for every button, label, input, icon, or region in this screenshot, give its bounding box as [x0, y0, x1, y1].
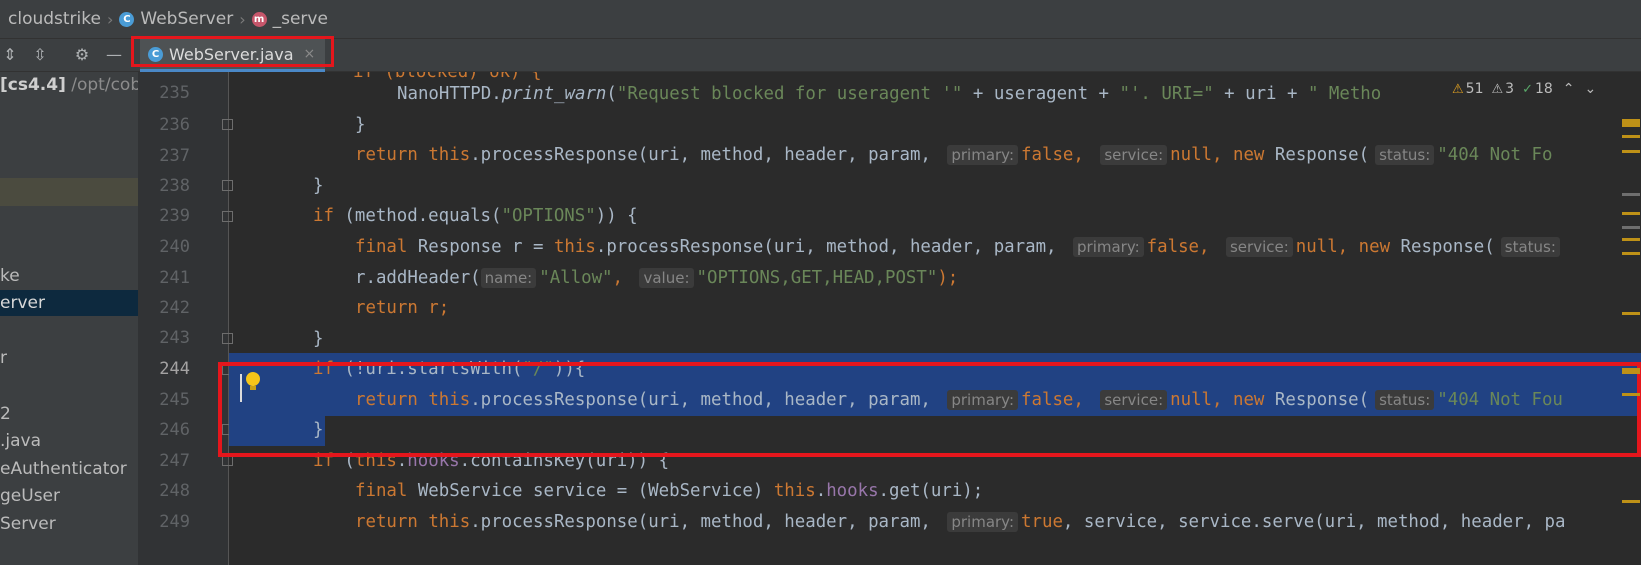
- warning-marker[interactable]: [1622, 252, 1640, 255]
- code-editor[interactable]: if (blocked) ok) { NanoHTTPD.print_warn(…: [229, 72, 1641, 565]
- line-number: 237: [159, 146, 190, 166]
- sidebar-header-path: /opt/cob: [71, 75, 138, 95]
- chevron-up-icon[interactable]: ⌃: [1563, 81, 1575, 97]
- code-line: return this.processResponse(uri, method,…: [355, 512, 1566, 532]
- breadcrumb: cloudstrike › C WebServer › m _serve: [0, 0, 1641, 39]
- line-number-gutter: 235 236 237 238 239 240 241 242 243 244 …: [138, 72, 233, 565]
- warning-marker[interactable]: [1622, 312, 1640, 315]
- code-line: return this.processResponse(uri, method,…: [355, 145, 1553, 165]
- gear-icon[interactable]: ⚙: [72, 45, 92, 65]
- selection-highlight-box: [218, 362, 1641, 457]
- warning-count: 51: [1465, 81, 1484, 97]
- weak-warning-count: 3: [1505, 81, 1515, 97]
- warning-marker[interactable]: [1622, 119, 1640, 127]
- line-number: 235: [159, 83, 190, 103]
- line-number: 249: [159, 512, 190, 532]
- list-item[interactable]: .java: [0, 428, 41, 454]
- chevron-right-icon: ›: [106, 9, 114, 29]
- line-number: 246: [159, 420, 190, 440]
- warning-marker[interactable]: [1622, 393, 1640, 396]
- collapse-all-icon[interactable]: ⇳: [30, 45, 50, 65]
- list-item[interactable]: eAuthenticator: [0, 456, 127, 482]
- code-line: }: [355, 115, 366, 135]
- warning-marker[interactable]: [1622, 500, 1640, 503]
- warning-marker[interactable]: [1622, 135, 1640, 138]
- list-item[interactable]: geUser: [0, 483, 60, 509]
- minimize-icon[interactable]: —: [104, 45, 124, 65]
- code-line: if (method.equals("OPTIONS")) {: [313, 206, 638, 226]
- code-line: }: [313, 176, 324, 196]
- typo-check-icon: ✓: [1522, 81, 1533, 97]
- warning-marker[interactable]: [1622, 368, 1640, 374]
- warning-marker[interactable]: [1622, 150, 1640, 153]
- chevron-right-icon: ›: [239, 9, 246, 29]
- line-number: 242: [159, 298, 190, 318]
- sidebar-header-bold: [cs4.4]: [0, 75, 66, 95]
- code-line: }: [313, 329, 324, 349]
- list-item[interactable]: r: [0, 345, 7, 371]
- tab-highlight-box: [131, 36, 334, 67]
- expand-all-icon[interactable]: ⇕: [0, 45, 20, 65]
- typo-count: 18: [1534, 81, 1553, 97]
- warning-marker[interactable]: [1622, 238, 1640, 241]
- line-number: 240: [159, 237, 190, 257]
- project-sidebar: [cs4.4] /opt/cob ke erver r 2 .java eAut…: [0, 72, 138, 565]
- line-number: 241: [159, 268, 190, 288]
- line-number: 247: [159, 451, 190, 471]
- code-line: final Response r = this.processResponse(…: [229, 231, 1641, 263]
- list-item-selected[interactable]: erver: [0, 290, 138, 316]
- chevron-down-icon[interactable]: ⌄: [1585, 81, 1597, 97]
- sidebar-highlight-row[interactable]: [0, 178, 138, 206]
- line-number: 244: [159, 359, 190, 379]
- code-line: NanoHTTPD.print_warn("Request blocked fo…: [397, 84, 1382, 104]
- info-marker[interactable]: [1622, 193, 1640, 196]
- code-line: final WebService service = (WebService) …: [355, 481, 984, 501]
- class-icon: C: [119, 11, 135, 27]
- line-number: 248: [159, 481, 190, 501]
- line-number: 236: [159, 115, 190, 135]
- line-number: 239: [159, 206, 190, 226]
- warning-marker[interactable]: [1622, 212, 1640, 215]
- code-line: r.addHeader(name: "Allow", value: "OPTIONS…: [355, 268, 959, 288]
- line-number: 243: [159, 328, 190, 348]
- breadcrumb-method[interactable]: m _serve: [251, 9, 328, 29]
- warning-icon: ⚠: [1452, 81, 1464, 97]
- project-root[interactable]: [cs4.4] /opt/cob: [0, 72, 138, 98]
- code-line: return r;: [355, 298, 450, 318]
- inspection-widget[interactable]: ⚠ 51 ⚠ 3 ✓ 18 ⌃ ⌄: [1448, 78, 1597, 100]
- breadcrumb-class[interactable]: C WebServer: [119, 9, 233, 29]
- list-item[interactable]: Server: [0, 511, 56, 537]
- list-item[interactable]: 2: [0, 401, 11, 427]
- line-number: 238: [159, 176, 190, 196]
- breadcrumb-project[interactable]: cloudstrike: [8, 9, 101, 29]
- list-item[interactable]: ke: [0, 263, 20, 289]
- method-icon: m: [251, 11, 267, 27]
- info-marker[interactable]: [1622, 226, 1640, 229]
- weak-warning-icon: ⚠: [1491, 81, 1504, 97]
- line-number: 245: [159, 390, 190, 410]
